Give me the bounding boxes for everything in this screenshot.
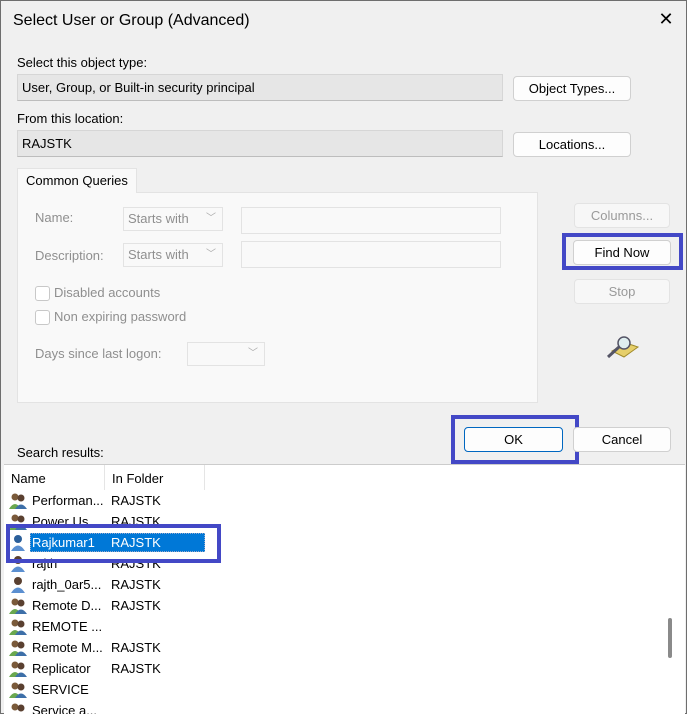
chevron-down-icon: ﹀ [206,213,216,224]
location-label: From this location: [17,111,124,126]
row-name: Remote D... [32,598,102,613]
tab-common-queries[interactable]: Common Queries [17,168,137,193]
list-item[interactable]: rajth_0ar5... RAJSTK [4,574,684,595]
search-results-label: Search results: [17,445,104,460]
user-icon [11,577,25,593]
column-header-in-folder[interactable]: In Folder [105,465,205,490]
find-now-button[interactable]: Find Now [573,240,671,265]
row-folder: RAJSTK [111,640,161,655]
row-name: SERVICE [32,682,89,697]
columns-button[interactable]: Columns... [574,203,670,228]
group-icon [11,703,25,712]
object-type-field: User, Group, or Built-in security princi… [17,74,503,101]
list-item[interactable]: Replicator RAJSTK [4,658,684,679]
non-expiring-password-checkbox[interactable]: Non expiring password [35,309,187,326]
list-item[interactable]: Remote M... RAJSTK [4,637,684,658]
description-label: Description: [35,248,104,263]
group-icon [9,640,27,656]
row-folder: RAJSTK [111,493,161,508]
group-icon [9,682,27,698]
group-icon [9,598,27,614]
window-title: Select User or Group (Advanced) [13,12,250,29]
group-icon [9,619,27,635]
name-operator-value: Starts with [128,211,189,226]
close-icon[interactable]: ✕ [656,9,676,30]
description-input[interactable] [241,241,501,268]
row-name: Replicator [32,661,91,676]
disabled-accounts-checkbox[interactable]: Disabled accounts [35,285,161,302]
object-types-button[interactable]: Object Types... [513,76,631,101]
ok-button[interactable]: OK [464,427,563,452]
checkbox-box[interactable] [35,310,50,326]
selected-row-highlight [6,524,221,563]
group-icon [9,661,27,677]
chevron-down-icon: ﹀ [206,249,216,260]
chevron-down-icon: ﹀ [248,348,258,359]
list-item[interactable]: Remote D... RAJSTK [4,595,684,616]
list-item[interactable]: REMOTE ... [4,616,684,637]
description-operator-value: Starts with [128,247,189,262]
location-field: RAJSTK [17,130,503,157]
non-expiring-label: Non expiring password [54,309,187,324]
search-results-list[interactable]: Name In Folder Performan... RAJSTK Power U… [4,464,685,714]
row-folder: RAJSTK [111,598,161,613]
stop-button[interactable]: Stop [574,279,670,304]
row-name: Remote M... [32,640,103,655]
days-since-logon-label: Days since last logon: [35,346,162,361]
description-operator-select[interactable]: Starts with ﹀ [123,243,223,267]
name-label: Name: [35,210,74,225]
days-since-logon-select[interactable]: ﹀ [187,342,265,366]
row-name: REMOTE ... [32,619,103,634]
row-folder: RAJSTK [111,661,161,676]
checkbox-box[interactable] [35,286,50,302]
name-input[interactable] [241,207,501,234]
group-icon [9,493,27,509]
list-item[interactable]: Service a... [4,700,684,714]
dialog-window: Select User or Group (Advanced) ✕ Select… [0,0,687,714]
row-folder: RAJSTK [111,577,161,592]
row-name: Service a... [32,703,98,714]
scrollbar-thumb[interactable] [668,618,672,658]
cancel-button[interactable]: Cancel [573,427,671,452]
name-operator-select[interactable]: Starts with ﹀ [123,207,223,231]
locations-button[interactable]: Locations... [513,132,631,157]
row-name: rajth_0ar5... [32,577,102,592]
list-item[interactable]: SERVICE [4,679,684,700]
column-header-name[interactable]: Name [4,465,105,490]
search-magnifier-icon [606,336,640,359]
disabled-accounts-label: Disabled accounts [54,285,161,300]
object-type-label: Select this object type: [17,55,148,70]
row-name: Performan... [32,493,104,508]
list-item[interactable]: Performan... RAJSTK [4,490,684,511]
